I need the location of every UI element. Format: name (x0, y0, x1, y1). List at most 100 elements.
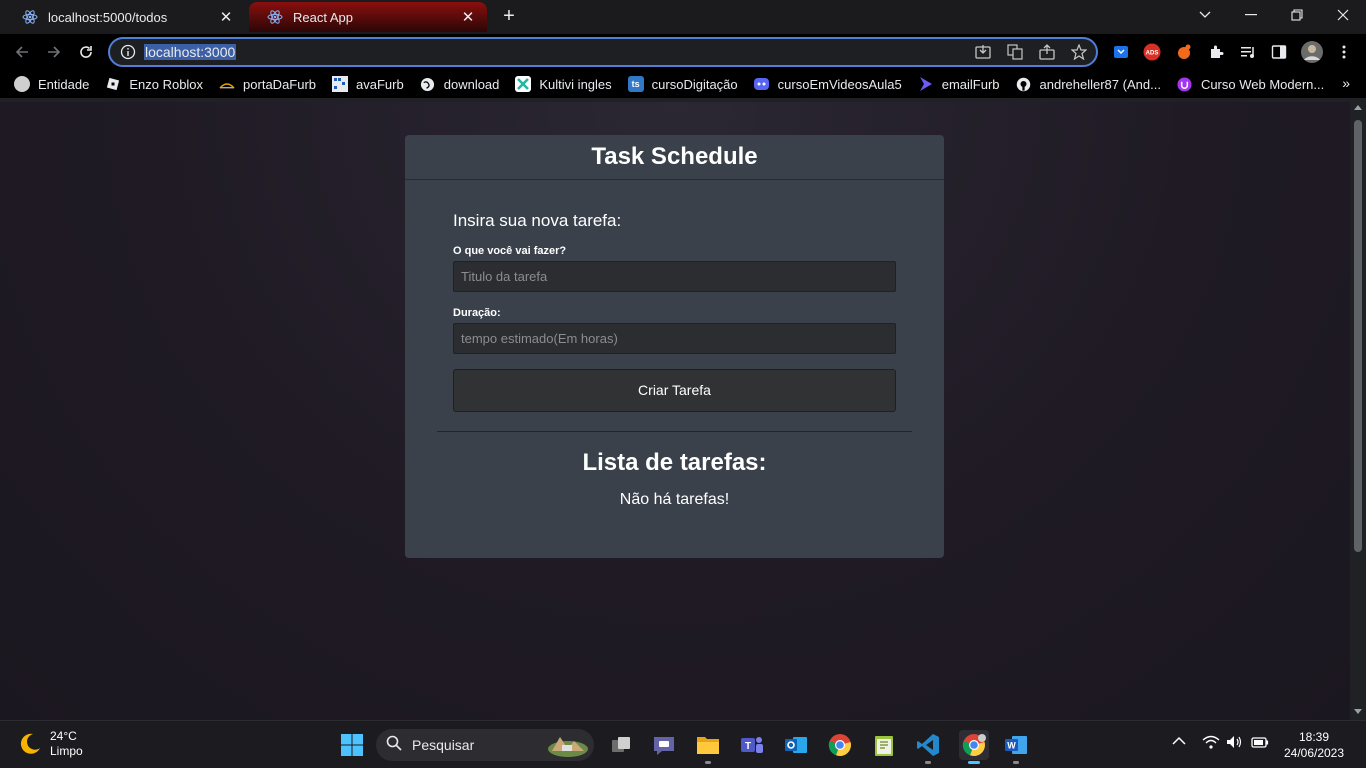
bookmarks-overflow-button[interactable]: » (1342, 75, 1350, 91)
duration-input[interactable] (453, 323, 896, 354)
extension-orange-icon[interactable] (1174, 42, 1194, 62)
section-divider (437, 431, 912, 432)
notepad-icon[interactable] (871, 732, 897, 758)
bookmark-star-icon[interactable] (1070, 43, 1088, 61)
bookmark-enzo-roblox[interactable]: Enzo Roblox (105, 76, 203, 92)
active-indicator (968, 761, 980, 764)
system-clock[interactable]: 18:39 24/06/2023 (1282, 729, 1346, 761)
scroll-up-icon[interactable] (1354, 105, 1362, 110)
search-icon (386, 735, 402, 756)
running-indicator (705, 761, 711, 764)
chrome-icon[interactable] (827, 732, 853, 758)
extensions-puzzle-icon[interactable] (1206, 42, 1226, 62)
page-viewport: Task Schedule Insira sua nova tarefa: O … (0, 102, 1350, 720)
bookmark-cursodigitacao[interactable]: ts cursoDigitação (627, 76, 738, 92)
wifi-icon[interactable] (1202, 735, 1220, 752)
udemy-icon (1177, 76, 1193, 92)
restore-icon[interactable] (1274, 0, 1320, 30)
menu-kebab-icon[interactable] (1334, 42, 1354, 62)
taskbar-search[interactable]: Pesquisar (376, 729, 594, 761)
discord-icon (754, 76, 770, 92)
kultivi-icon (515, 76, 532, 92)
chat-icon[interactable] (651, 732, 677, 758)
bookmark-avafurb[interactable]: avaFurb (332, 76, 404, 92)
create-task-button[interactable]: Criar Tarefa (453, 369, 896, 412)
weather-temperature: 24°C (50, 729, 77, 743)
new-task-form: Insira sua nova tarefa: O que você vai f… (453, 211, 896, 412)
tab-title: React App (293, 9, 353, 25)
github-icon (1016, 76, 1032, 92)
outlook-icon[interactable] (783, 732, 809, 758)
tab-title: localhost:5000/todos (48, 9, 168, 25)
page-scrollbar[interactable] (1350, 102, 1366, 720)
task-schedule-card: Task Schedule Insira sua nova tarefa: O … (405, 135, 944, 558)
clock-time: 18:39 (1298, 730, 1330, 744)
tab-localhost-5000[interactable]: localhost:5000/todos ✕ (4, 2, 245, 32)
browser-toolbar: localhost:3000 ADS (0, 34, 1366, 70)
battery-icon[interactable] (1251, 735, 1269, 752)
share-icon[interactable] (1038, 43, 1056, 61)
address-bar[interactable]: localhost:3000 (108, 37, 1098, 67)
empty-list-message: Não há tarefas! (619, 491, 730, 508)
search-label: Pesquisar (412, 737, 475, 753)
teams-icon[interactable]: T (739, 732, 765, 758)
tray-overflow-icon[interactable] (1172, 735, 1186, 749)
running-indicator (925, 761, 931, 764)
site-info-icon[interactable] (120, 44, 136, 60)
vscode-icon[interactable] (915, 732, 941, 758)
tab-search-icon[interactable] (1182, 0, 1228, 30)
task-list-heading: Lista de tarefas: (582, 449, 767, 476)
task-title-input[interactable] (453, 261, 896, 292)
file-explorer-icon[interactable] (695, 732, 721, 758)
running-indicator (1013, 761, 1019, 764)
install-app-icon[interactable] (974, 43, 992, 61)
reload-icon[interactable] (72, 38, 100, 66)
tab-close-icon[interactable]: ✕ (217, 8, 235, 26)
roblox-icon (105, 76, 121, 92)
new-tab-button[interactable]: + (498, 6, 520, 28)
page-title: Task Schedule (591, 143, 758, 170)
bookmark-entidade[interactable]: Entidade (14, 76, 89, 92)
translate-icon[interactable] (1006, 43, 1024, 61)
minimize-icon[interactable] (1228, 0, 1274, 30)
weather-widget[interactable]: 24°C Limpo (18, 729, 83, 759)
bookmark-download[interactable]: download (420, 76, 499, 92)
bookmark-portadafurb[interactable]: portaDaFurb (219, 76, 316, 92)
scrollbar-thumb[interactable] (1354, 120, 1362, 552)
tab-strip: localhost:5000/todos ✕ React App ✕ + (0, 0, 1366, 34)
extension-adblock-icon[interactable]: ADS (1142, 42, 1162, 62)
form-heading: Insira sua nova tarefa: (453, 211, 622, 230)
media-queue-icon[interactable] (1238, 42, 1258, 62)
react-icon (22, 9, 38, 25)
tab-close-icon[interactable]: ✕ (459, 8, 477, 26)
scroll-down-icon[interactable] (1354, 709, 1362, 714)
profile-avatar[interactable] (1300, 40, 1324, 64)
windows-taskbar: 24°C Limpo Pesquisar T W 18:39 24/06/202… (0, 720, 1366, 768)
forward-icon[interactable] (40, 38, 68, 66)
side-panel-icon[interactable] (1269, 42, 1289, 62)
bookmark-cursoemvideosaula5[interactable]: cursoEmVideosAula5 (754, 76, 902, 92)
search-highlight-icon (544, 731, 590, 764)
bookmark-curso-web-moderno[interactable]: Curso Web Modern... (1177, 76, 1324, 92)
weather-description: Limpo (50, 744, 83, 758)
bookmark-github[interactable]: andreheller87 (And... (1016, 76, 1161, 92)
windows-start-icon[interactable] (339, 732, 365, 758)
ts-icon: ts (627, 76, 644, 92)
back-icon[interactable] (8, 38, 36, 66)
svg-text:ADS: ADS (1146, 51, 1159, 57)
chrome-profile-icon[interactable] (959, 730, 989, 760)
tab-react-app[interactable]: React App ✕ (249, 2, 487, 32)
duration-label: Duração: (453, 307, 501, 319)
task-title-label: O que você vai fazer? (453, 245, 567, 257)
task-view-icon[interactable] (608, 732, 634, 758)
close-window-icon[interactable] (1320, 0, 1366, 30)
address-text[interactable]: localhost:3000 (144, 44, 237, 60)
moon-icon (18, 732, 42, 756)
bookmark-kultivi-ingles[interactable]: Kultivi ingles (515, 76, 612, 92)
bookmark-emailfurb[interactable]: emailFurb (918, 76, 1000, 92)
extension-screen-icon[interactable] (1111, 42, 1131, 62)
power-automate-icon (918, 76, 934, 92)
word-icon[interactable]: W (1003, 732, 1029, 758)
clock-date: 24/06/2023 (1283, 746, 1345, 760)
volume-icon[interactable] (1226, 735, 1244, 752)
